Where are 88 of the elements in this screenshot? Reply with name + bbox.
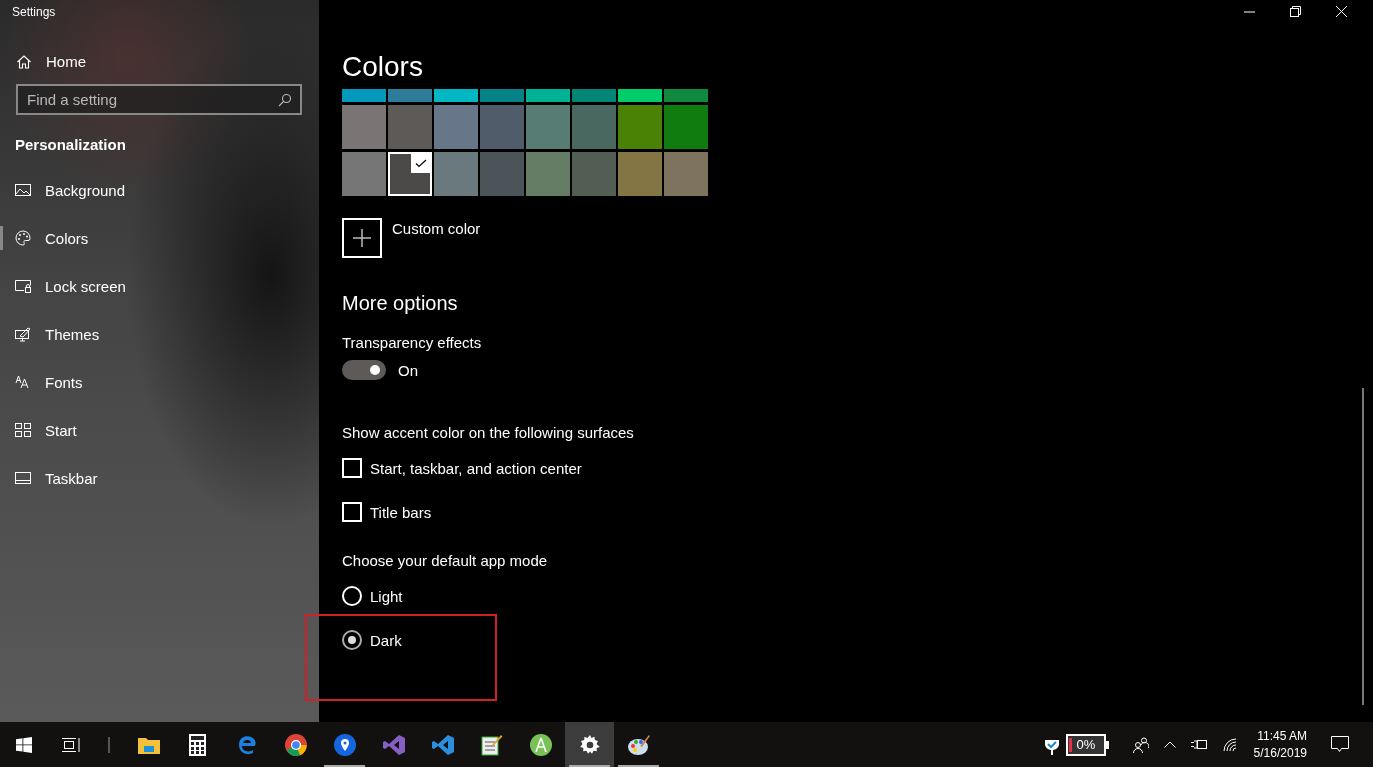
start-icon bbox=[15, 423, 31, 437]
task-view-icon bbox=[61, 737, 80, 752]
custom-color-button[interactable] bbox=[342, 218, 382, 258]
scrollbar[interactable] bbox=[1362, 388, 1364, 705]
color-swatch[interactable] bbox=[526, 152, 570, 196]
checkbox[interactable] bbox=[342, 458, 362, 478]
checkbox-label: Start, taskbar, and action center bbox=[370, 459, 582, 477]
taskbar-app[interactable] bbox=[565, 722, 614, 767]
browser-e-icon bbox=[236, 734, 257, 755]
checkmark-icon bbox=[411, 153, 431, 173]
color-swatch[interactable] bbox=[572, 152, 616, 196]
people-icon[interactable] bbox=[1132, 736, 1149, 753]
palette-icon bbox=[15, 230, 31, 246]
radio-button[interactable] bbox=[342, 630, 362, 650]
themes-icon bbox=[15, 326, 31, 342]
code-editor-icon bbox=[431, 733, 454, 756]
color-swatch[interactable] bbox=[388, 89, 432, 102]
custom-color-label: Custom color bbox=[392, 220, 481, 237]
color-swatch[interactable] bbox=[664, 152, 708, 196]
page-title: Colors bbox=[342, 50, 423, 82]
selection-indicator bbox=[0, 226, 3, 250]
color-swatch[interactable] bbox=[480, 89, 524, 102]
date-text: 5/16/2019 bbox=[1253, 744, 1307, 762]
time-text: 11:45 AM bbox=[1257, 727, 1307, 745]
plus-icon bbox=[353, 229, 371, 247]
setting-label: Show accent color on the following surfaces bbox=[342, 424, 634, 441]
color-swatch[interactable] bbox=[388, 152, 432, 196]
paint-palette-icon bbox=[626, 733, 651, 756]
minimize-icon[interactable] bbox=[1244, 10, 1255, 13]
color-swatch[interactable] bbox=[526, 89, 570, 102]
radio-label: Light bbox=[370, 587, 403, 605]
fonts-icon bbox=[15, 375, 31, 389]
notepad-pencil-icon bbox=[480, 733, 503, 756]
battery-indicator[interactable]: 0% bbox=[1065, 733, 1106, 756]
color-swatch[interactable] bbox=[480, 105, 524, 149]
checkbox[interactable] bbox=[342, 502, 362, 522]
toggle-switch[interactable] bbox=[342, 360, 386, 380]
color-swatch[interactable] bbox=[388, 105, 432, 149]
wifi-icon[interactable] bbox=[1222, 737, 1239, 752]
toggle-state: On bbox=[398, 361, 418, 379]
color-swatch[interactable] bbox=[342, 89, 386, 102]
color-swatch[interactable] bbox=[342, 152, 386, 196]
window-title: Settings bbox=[11, 4, 57, 21]
color-swatch[interactable] bbox=[434, 105, 478, 149]
windows-logo-icon bbox=[15, 736, 32, 753]
power-plug-icon[interactable] bbox=[1190, 739, 1208, 750]
nav-item[interactable]: Lock screen bbox=[0, 262, 319, 310]
section-heading: More options bbox=[342, 292, 458, 315]
nav-item[interactable]: Fonts bbox=[0, 358, 319, 406]
home-link[interactable]: Home bbox=[16, 53, 86, 70]
clock[interactable]: 11:45 AM 5/16/2019 bbox=[1253, 727, 1307, 762]
nav-item[interactable]: Colors bbox=[0, 214, 319, 262]
color-swatch[interactable] bbox=[480, 152, 524, 196]
lock-screen-icon bbox=[15, 279, 31, 293]
setting-label: Choose your default app mode bbox=[342, 552, 548, 569]
radio-label: Dark bbox=[370, 631, 402, 649]
color-swatch[interactable] bbox=[572, 105, 616, 149]
restore-icon[interactable] bbox=[1290, 6, 1301, 17]
picture-icon bbox=[15, 183, 31, 197]
nav-item[interactable]: Start bbox=[0, 406, 319, 454]
nav-item[interactable]: Themes bbox=[0, 310, 319, 358]
taskbar-icon bbox=[15, 472, 31, 484]
color-swatch[interactable] bbox=[664, 89, 708, 102]
color-swatch[interactable] bbox=[664, 105, 708, 149]
color-swatch[interactable] bbox=[434, 152, 478, 196]
close-icon[interactable] bbox=[1336, 6, 1347, 17]
location-pin-icon bbox=[333, 733, 356, 756]
search-field[interactable]: Find a setting bbox=[16, 84, 302, 115]
settings-icon bbox=[579, 734, 600, 755]
color-swatch[interactable] bbox=[618, 105, 662, 149]
checkbox-label: Title bars bbox=[370, 503, 432, 521]
setting-label: Transparency effects bbox=[342, 334, 482, 351]
color-swatch[interactable] bbox=[618, 89, 662, 102]
color-swatch[interactable] bbox=[434, 89, 478, 102]
notification-icon[interactable] bbox=[1331, 736, 1349, 753]
nav-item[interactable]: Taskbar bbox=[0, 454, 319, 502]
section-heading: Personalization bbox=[15, 136, 126, 153]
home-icon bbox=[16, 53, 32, 70]
nav-item[interactable]: Background bbox=[0, 166, 319, 214]
color-swatch[interactable] bbox=[572, 89, 616, 102]
color-swatch[interactable] bbox=[526, 105, 570, 149]
calculator-icon bbox=[189, 733, 206, 756]
browser-circle-icon bbox=[284, 733, 307, 756]
color-swatch[interactable] bbox=[342, 105, 386, 149]
color-swatch[interactable] bbox=[618, 152, 662, 196]
folder-icon bbox=[137, 735, 160, 754]
chevron-up-icon[interactable] bbox=[1163, 741, 1176, 748]
search-icon bbox=[278, 93, 292, 107]
